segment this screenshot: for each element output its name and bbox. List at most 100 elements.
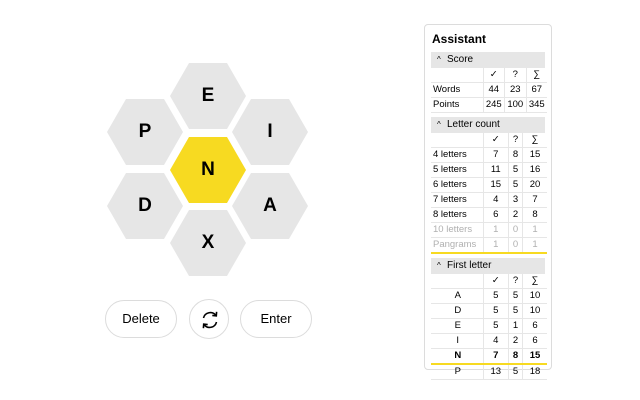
row-value: 23 xyxy=(504,82,527,98)
row-value: 1 xyxy=(483,237,510,254)
column-header: ∑ xyxy=(522,133,547,148)
row-value: 6 xyxy=(522,318,547,334)
row-value: 1 xyxy=(522,222,547,238)
row-value: 6 xyxy=(522,333,547,349)
score-section-header[interactable]: ^ Score xyxy=(431,52,545,68)
section-title: Score xyxy=(447,54,474,65)
column-header: ∑ xyxy=(522,274,547,289)
row-value: 5 xyxy=(508,288,523,304)
row-label: N xyxy=(431,348,484,365)
row-label: Pangrams xyxy=(431,237,484,254)
row-value: 5 xyxy=(483,303,510,319)
row-value: 7 xyxy=(522,192,547,208)
row-value: 100 xyxy=(504,97,527,113)
row-label: Points xyxy=(431,97,484,113)
chevron-up-icon: ^ xyxy=(437,55,441,64)
letter-hive: E I A X D P N xyxy=(0,0,330,290)
score-table: ✓? ∑ Words 44 23 67 Points 245 100 345 xyxy=(431,68,547,113)
row-value: 15 xyxy=(522,348,547,365)
table-header-row: ✓? ∑ xyxy=(431,68,547,83)
row-value: 3 xyxy=(508,192,523,208)
row-value: 245 xyxy=(483,97,506,113)
section-title: Letter count xyxy=(447,119,500,130)
row-value: 10 xyxy=(522,288,547,304)
assistant-panel: Assistant ^ Score ✓? ∑ Words 44 23 67 Points 245… xyxy=(424,24,552,380)
row-label: 10 letters xyxy=(431,222,484,238)
row-value: 0 xyxy=(508,237,523,254)
column-header: ? xyxy=(508,133,523,148)
delete-button[interactable]: Delete xyxy=(105,300,177,338)
column-header: ✓ xyxy=(483,133,510,148)
row-label: E xyxy=(431,318,484,334)
column-header: ∑ xyxy=(526,68,547,83)
row-value: 13 xyxy=(483,364,510,380)
enter-button[interactable]: Enter xyxy=(240,300,312,338)
row-value: 8 xyxy=(522,207,547,223)
row-value: 2 xyxy=(508,207,523,223)
assistant-title: Assistant xyxy=(432,32,487,46)
row-value: 5 xyxy=(508,177,523,193)
row-value: 1 xyxy=(508,318,523,334)
header-blank xyxy=(431,68,484,83)
header-blank xyxy=(431,133,484,148)
row-value: 10 xyxy=(522,303,547,319)
row-label: 6 letters xyxy=(431,177,484,193)
table-row: 8 letters 6 2 8 xyxy=(431,207,547,223)
row-value: 7 xyxy=(483,348,510,365)
table-row: 4 letters 7 8 15 xyxy=(431,147,547,163)
hex-shape xyxy=(170,137,246,203)
row-label: 5 letters xyxy=(431,162,484,178)
hive-cell-center[interactable]: N xyxy=(170,137,246,203)
table-row: 6 letters 15 5 20 xyxy=(431,177,547,193)
row-label: 4 letters xyxy=(431,147,484,163)
table-row: D 5 5 10 xyxy=(431,303,547,319)
row-value: 4 xyxy=(483,192,510,208)
row-label: P xyxy=(431,364,484,380)
row-value: 4 xyxy=(483,333,510,349)
row-value: 5 xyxy=(483,318,510,334)
row-label: 7 letters xyxy=(431,192,484,208)
first-letter-table: ✓? ∑ A 5 5 10 D 5 5 10 E 5 1 6 I 4 2 6 N 7 8 15 P 13 5 18 xyxy=(431,274,547,380)
row-value: 6 xyxy=(483,207,510,223)
row-label: I xyxy=(431,333,484,349)
section-title: First letter xyxy=(447,260,492,271)
letter-count-section-header[interactable]: ^ Letter count xyxy=(431,117,545,133)
row-label: Words xyxy=(431,82,484,98)
row-value: 15 xyxy=(522,147,547,163)
letter-count-table: ✓? ∑ 4 letters 7 8 15 5 letters 11 5 16 6 letters 1… xyxy=(431,133,547,254)
row-value: 16 xyxy=(522,162,547,178)
table-row: Points 245 100 345 xyxy=(431,97,547,113)
chevron-up-icon: ^ xyxy=(437,261,441,270)
row-value: 20 xyxy=(522,177,547,193)
row-value: 5 xyxy=(508,162,523,178)
row-value: 7 xyxy=(483,147,510,163)
table-row: A 5 5 10 xyxy=(431,288,547,304)
row-value: 67 xyxy=(526,82,547,98)
row-value: 11 xyxy=(483,162,510,178)
table-row: 7 letters 4 3 7 xyxy=(431,192,547,208)
table-header-row: ✓? ∑ xyxy=(431,133,547,148)
row-label: A xyxy=(431,288,484,304)
header-blank xyxy=(431,274,484,289)
table-row: Pangrams 1 0 1 xyxy=(431,237,547,254)
column-header: ? xyxy=(504,68,527,83)
table-row: E516 xyxy=(431,318,547,334)
table-row: N 7 8 15 xyxy=(431,348,547,365)
table-header-row: ✓? ∑ xyxy=(431,274,547,289)
table-row: 10 letters 1 0 1 xyxy=(431,222,547,238)
column-header: ? xyxy=(508,274,523,289)
row-label: D xyxy=(431,303,484,319)
row-value: 1 xyxy=(522,237,547,254)
row-value: 0 xyxy=(508,222,523,238)
row-value: 8 xyxy=(508,348,523,365)
row-value: 15 xyxy=(483,177,510,193)
shuffle-button[interactable] xyxy=(189,299,229,339)
first-letter-section-header[interactable]: ^ First letter xyxy=(431,258,545,274)
table-row: P 13 5 18 xyxy=(431,364,547,380)
row-value: 5 xyxy=(508,303,523,319)
column-header: ✓ xyxy=(483,274,510,289)
row-value: 18 xyxy=(522,364,547,380)
column-header: ✓ xyxy=(483,68,506,83)
row-value: 44 xyxy=(483,82,506,98)
table-row: Words 44 23 67 xyxy=(431,82,547,98)
